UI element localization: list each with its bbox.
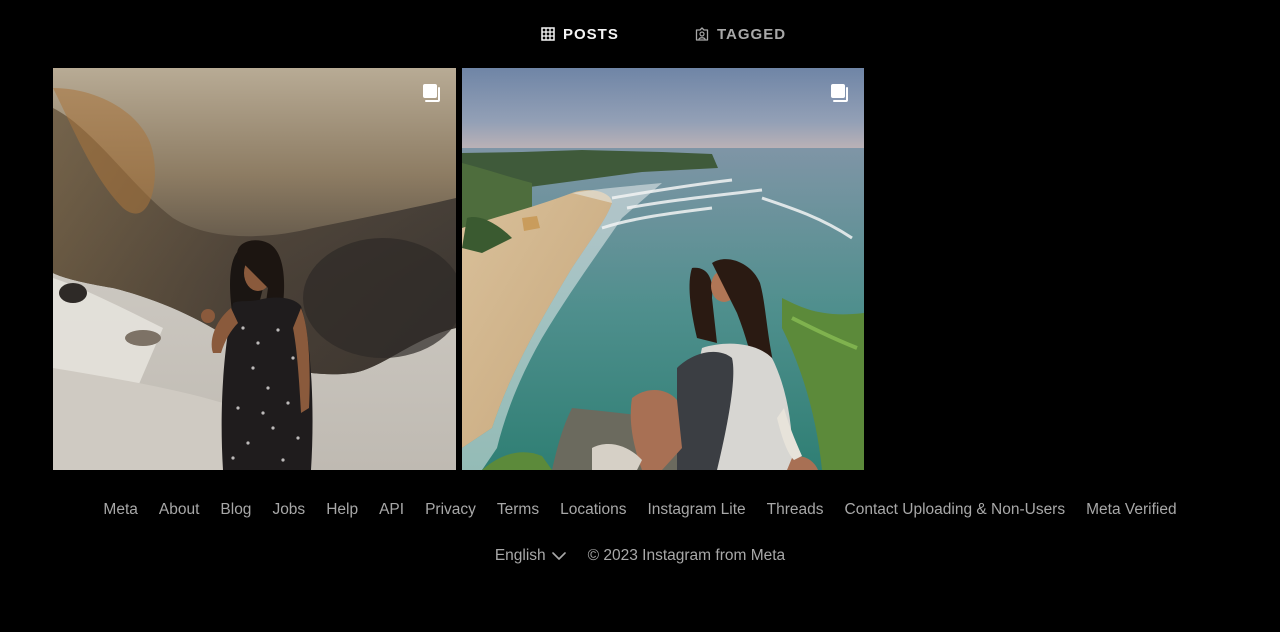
footer-link-meta-verified[interactable]: Meta Verified [1086,498,1176,522]
footer-link-jobs[interactable]: Jobs [272,498,305,522]
footer-link-meta[interactable]: Meta [103,498,137,522]
post-image-cave [53,68,456,470]
tab-posts-label: POSTS [563,25,619,43]
footer-link-threads[interactable]: Threads [767,498,824,522]
multiple-photos-icon [831,84,848,102]
multiple-photos-icon [423,84,440,102]
footer-link-about[interactable]: About [159,498,200,522]
footer-link-help[interactable]: Help [326,498,358,522]
language-selector[interactable]: English [495,544,566,568]
tab-tagged[interactable]: TAGGED [695,22,786,46]
language-label: English [494,547,546,564]
post-thumbnail[interactable] [53,68,456,470]
footer-link-contact-uploading[interactable]: Contact Uploading & Non-Users [845,498,1066,522]
footer-link-terms[interactable]: Terms [497,498,539,522]
copyright: © 2023 Instagram from Meta [587,547,786,564]
tab-tagged-label: TAGGED [717,25,787,43]
grid-icon [541,27,555,41]
posts-grid [53,68,864,470]
post-image-cliff-beach [462,68,864,470]
tab-posts[interactable]: POSTS [541,22,619,46]
footer-link-blog[interactable]: Blog [220,498,251,522]
footer-link-locations[interactable]: Locations [560,498,626,522]
post-thumbnail[interactable] [462,68,864,470]
footer-link-privacy[interactable]: Privacy [425,498,476,522]
footer-link-instagram-lite[interactable]: Instagram Lite [647,498,745,522]
tagged-user-icon [695,27,709,41]
footer-link-api[interactable]: API [379,498,404,522]
profile-tabs: POSTS TAGGED [0,0,1280,68]
footer-links: Meta About Blog Jobs Help API Privacy Te… [0,498,1280,522]
footer-bottom: English © 2023 Instagram from Meta [0,544,1280,568]
chevron-down-icon [551,552,566,560]
